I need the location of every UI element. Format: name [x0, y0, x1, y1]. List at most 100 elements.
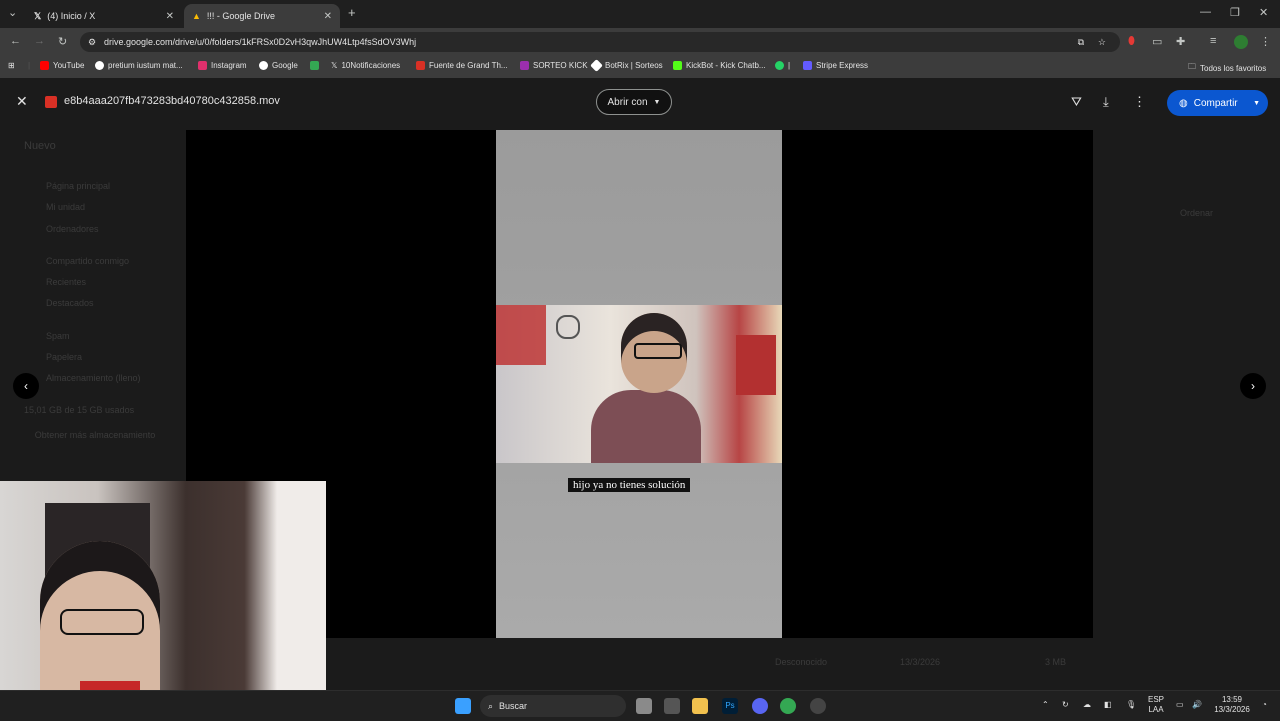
nav-item: Ordenadores	[46, 224, 99, 234]
chrome-icon[interactable]	[780, 698, 796, 714]
tray-mic-icon[interactable]: 🎙	[1126, 700, 1136, 710]
viewer-header: ✕ e8b4aaa207fb473283bd40780c432858.mov A…	[0, 82, 1280, 122]
apps-grid-icon[interactable]: ⊞	[8, 61, 15, 70]
bookmark-instagram[interactable]: Instagram	[198, 61, 247, 70]
nav-item: Papelera	[46, 352, 83, 362]
all-bookmarks[interactable]: 🗀 Todos los favoritos	[1188, 61, 1266, 75]
nav-item: Almacenamiento (lleno)	[46, 373, 141, 383]
folder-icon: 🗀	[1188, 62, 1196, 71]
bookmark-botrix[interactable]: BotRix | Sorteos	[590, 59, 663, 72]
tray-cloud-icon[interactable]: ☁	[1083, 700, 1091, 710]
bookmark-notificaciones[interactable]: 𝕏 10Notificaciones	[331, 61, 400, 70]
address-bar[interactable]: ⚙ drive.google.com/drive/u/0/folders/1kF…	[80, 32, 1120, 52]
bookmark-fuente[interactable]: Fuente de Grand Th...	[416, 61, 508, 70]
minimize-icon[interactable]: —	[1200, 6, 1211, 18]
kickbot-icon	[673, 61, 682, 70]
tray-app-icon[interactable]: ◧	[1104, 700, 1112, 710]
close-tab-icon[interactable]: ✕	[166, 11, 174, 22]
close-tab-icon[interactable]: ✕	[324, 11, 332, 22]
bookmark-sorteo-kick[interactable]: SORTEO KICK	[520, 61, 588, 70]
previous-file-button[interactable]: ‹	[13, 373, 39, 399]
volume-icon[interactable]: 🔊	[1192, 700, 1202, 710]
url-text: drive.google.com/drive/u/0/folders/1kFRS…	[104, 37, 417, 47]
scene-red-chair	[736, 335, 776, 395]
share-label: Compartir	[1193, 97, 1238, 109]
open-with-button[interactable]: Abrir con ▼	[596, 89, 672, 115]
bookmark-star-icon[interactable]: ☆	[1098, 37, 1106, 48]
tab-search-icon[interactable]: ⌄	[8, 6, 17, 19]
reading-list-icon[interactable]: ≡	[1210, 35, 1216, 47]
bookmark-label: BotRix | Sorteos	[605, 61, 663, 70]
clock[interactable]: 13:59 13/3/2026	[1210, 695, 1254, 715]
notifications-icon[interactable]: ◔	[1262, 700, 1267, 710]
menu-icon[interactable]: ⋮	[1260, 35, 1271, 48]
profile-avatar[interactable]	[1234, 35, 1248, 49]
nav-item: Compartido conmigo	[46, 256, 130, 266]
language-bottom: LAA	[1148, 705, 1164, 714]
bookmark-label: Instagram	[211, 61, 247, 70]
nav-item: Recientes	[46, 277, 87, 287]
bookmark-youtube[interactable]: YouTube	[40, 61, 84, 70]
globe-icon: ◍	[1179, 97, 1188, 109]
bookmark-label: 10Notificaciones	[341, 61, 401, 70]
add-to-drive-icon[interactable]: ⛛	[1071, 94, 1082, 110]
row-owner: Desconocido	[775, 657, 828, 667]
site-info-icon[interactable]: ⚙	[88, 37, 96, 48]
windows-start-icon[interactable]	[455, 698, 471, 714]
back-icon[interactable]: ←	[10, 35, 21, 47]
pinwheel-icon	[310, 61, 319, 70]
bookmark-kickbot[interactable]: KickBot - Kick Chatb...	[673, 61, 766, 70]
photoshop-icon[interactable]: Ps	[722, 698, 738, 714]
more-options-icon[interactable]: ⋮	[1133, 94, 1146, 110]
app-icon[interactable]	[664, 698, 680, 714]
download-icon[interactable]: ⤓	[1103, 94, 1109, 110]
stripe-icon	[803, 61, 812, 70]
close-icon[interactable]: ✕	[16, 93, 28, 110]
extensions-icon[interactable]: ✚	[1176, 35, 1185, 48]
forward-icon[interactable]: →	[34, 35, 45, 47]
reload-icon[interactable]: ↻	[58, 35, 67, 48]
scene-wall-clock	[556, 315, 580, 339]
language-indicator[interactable]: ESP LAA	[1144, 695, 1168, 715]
share-dropdown-icon[interactable]: ▼	[1253, 100, 1260, 107]
close-window-icon[interactable]: ✕	[1259, 6, 1268, 19]
bookmark-google[interactable]: Google	[259, 61, 298, 70]
scene-person-body	[591, 390, 701, 463]
browser-toolbar: ← → ↻ ⚙ drive.google.com/drive/u/0/folde…	[0, 28, 1280, 56]
next-file-button[interactable]: ›	[1240, 373, 1266, 399]
discord-icon[interactable]	[752, 698, 768, 714]
kick-icon	[520, 61, 529, 70]
tray-sync-icon[interactable]: ↻	[1062, 700, 1069, 710]
taskbar-search[interactable]: ⌕ Buscar	[480, 695, 626, 717]
extension-card-icon[interactable]: ▭	[1152, 35, 1162, 48]
bookmark-pretium[interactable]: pretium iustum mat...	[95, 61, 183, 70]
bookmark-label: |	[788, 61, 791, 70]
tab-x[interactable]: 𝕏 (4) Inicio / X ✕	[26, 4, 182, 28]
restore-icon[interactable]: ❐	[1230, 6, 1240, 19]
tray-overflow-icon[interactable]: ⌃	[1042, 700, 1049, 710]
task-view-icon[interactable]	[636, 698, 652, 714]
nav-item: Página principal	[46, 181, 111, 191]
extension-red-icon[interactable]: ⬮	[1128, 35, 1135, 48]
clock-time: 13:59	[1221, 695, 1243, 704]
bookmark-label: KickBot - Kick Chatb...	[686, 61, 766, 70]
bookmark-label: Fuente de Grand Th...	[429, 61, 508, 70]
open-with-label: Abrir con	[607, 96, 648, 108]
browser-tab-bar: ⌄ 𝕏 (4) Inicio / X ✕ ▲ !!! - Google Driv…	[0, 0, 1280, 28]
google-icon	[259, 61, 268, 70]
clock-date: 13/3/2026	[1214, 705, 1250, 714]
file-explorer-icon[interactable]	[692, 698, 708, 714]
app-icon[interactable]	[810, 698, 826, 714]
get-storage-button: Obtener más almacenamiento	[34, 430, 156, 440]
install-app-icon[interactable]: ⧉	[1078, 37, 1084, 48]
bookmark-pinwheel[interactable]	[310, 61, 323, 70]
new-tab-button[interactable]: +	[348, 5, 356, 20]
tab-google-drive[interactable]: ▲ !!! - Google Drive ✕	[184, 4, 340, 28]
bookmark-stripe[interactable]: Stripe Express	[803, 61, 868, 70]
bookmark-whatsapp[interactable]: |	[775, 61, 790, 70]
share-button[interactable]: ◍ Compartir ▼	[1167, 90, 1268, 116]
bookmark-label: Todos los favoritos	[1200, 63, 1267, 73]
bookmarks-divider: |	[28, 61, 31, 70]
video-frame[interactable]: hijo ya no tienes solución	[496, 130, 782, 638]
network-icon[interactable]: ▭	[1176, 700, 1184, 710]
